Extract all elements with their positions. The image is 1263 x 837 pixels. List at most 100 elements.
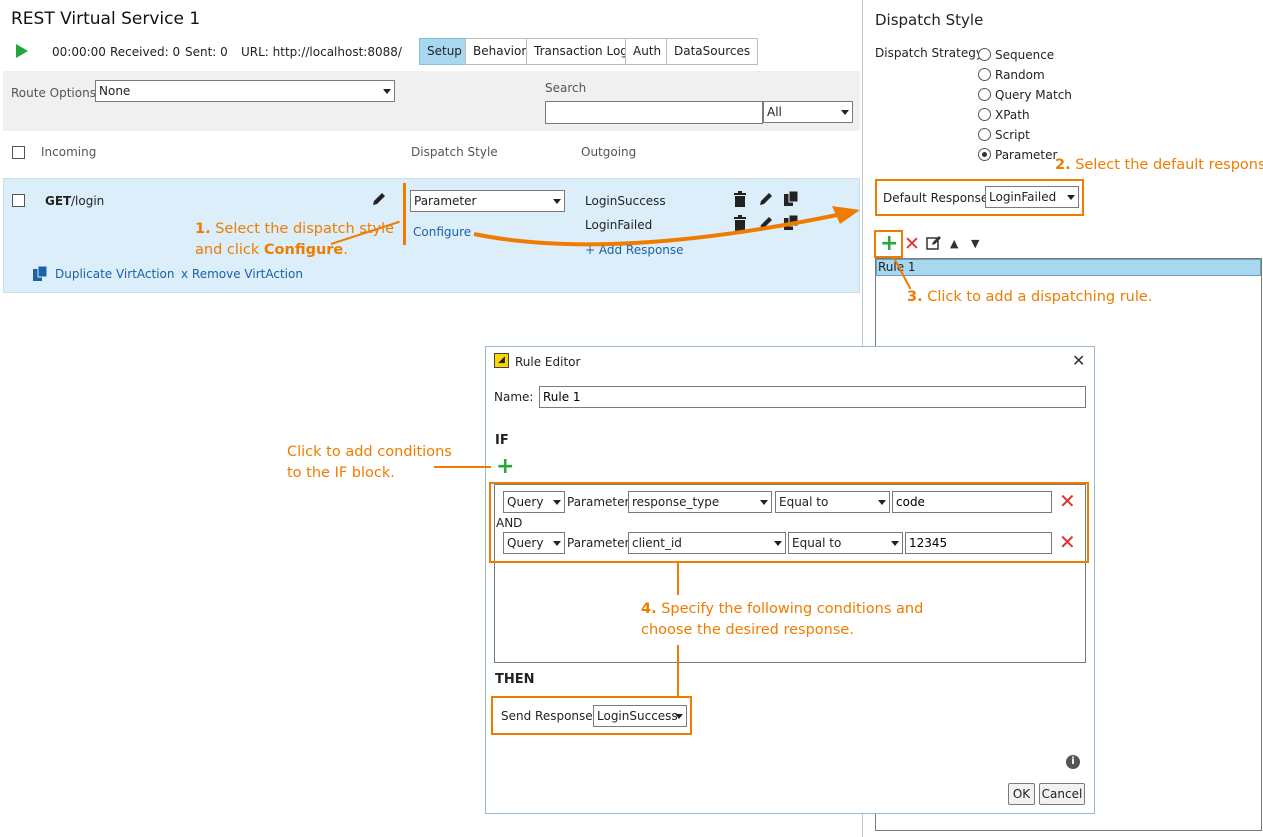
rule-editor-title: Rule Editor [515,355,581,369]
annotation-4-line1: Specify the following conditions and [656,601,924,617]
conditions-annotation-line1: Click to add conditions [287,444,452,460]
condition-2-param-select[interactable]: client_id [628,532,786,554]
condition-2-source-select[interactable]: Query [503,532,565,554]
condition-1-operator-select[interactable]: Equal to [775,491,890,513]
tab-setup[interactable]: Setup [419,38,470,65]
play-icon[interactable] [16,44,28,58]
send-response-label: Send Response: [501,709,597,723]
annotation-2: 2. Select the default response. [1055,155,1263,176]
tab-auth[interactable]: Auth [625,38,670,65]
edit-rule-icon[interactable] [926,236,941,251]
send-response-select[interactable]: LoginSuccess [593,705,687,727]
rule-name-input[interactable] [539,386,1086,408]
route-options-select[interactable]: None [95,80,395,102]
send-response-value: LoginSuccess [597,709,678,723]
row-checkbox[interactable] [12,194,25,207]
delete-rule-x-icon[interactable]: ✕ [904,234,920,254]
condition-1-remove-icon[interactable]: ✕ [1059,491,1076,511]
received-count: Received: 0 [110,45,181,59]
condition-1-param-select[interactable]: response_type [628,491,772,513]
condition-2-value-input[interactable] [905,532,1052,554]
col-dispatch-style: Dispatch Style [411,145,498,159]
dispatch-style-title: Dispatch Style [875,11,984,29]
annotation-3-text: Click to add a dispatching rule. [922,289,1153,305]
annotation-2-text: Select the default response. [1070,157,1263,173]
label-sequence: Sequence [995,48,1055,62]
if-label: IF [495,433,509,448]
annotation-1-line2b: . [343,242,348,258]
close-icon[interactable]: ✕ [1072,351,1085,370]
condition-1-param-label: Parameter: [567,495,634,509]
annotation-3: 3. Click to add a dispatching rule. [907,287,1152,308]
row-path: /login [71,194,105,208]
label-xpath: XPath [995,108,1030,122]
conditions-annotation-line2: to the IF block. [287,465,395,481]
search-scope-value: All [767,105,782,119]
label-random: Random [995,68,1045,82]
condition-2-source: Query [507,536,544,550]
elapsed-time: 00:00:00 [52,45,106,59]
default-response-label: Default Response: [883,191,993,205]
edit-pencil-icon[interactable] [371,191,387,207]
row-method: GET [45,194,72,208]
cancel-button[interactable]: Cancel [1039,783,1085,805]
annotation-3-number: 3. [907,289,923,305]
search-scope-select[interactable]: All [763,101,853,123]
then-label: THEN [495,672,535,687]
radio-sequence[interactable] [978,48,991,61]
condition-2-operator-select[interactable]: Equal to [788,532,903,554]
tab-behavior[interactable]: Behavior [465,38,535,65]
rule-list-item[interactable]: Rule 1 [876,259,1261,276]
condition-1-value-input[interactable] [892,491,1052,513]
annotation-1: 1. Select the dispatch style and click C… [195,219,394,261]
ok-button[interactable]: OK [1008,783,1035,805]
dispatch-strategy-label: Dispatch Strategy: [875,46,987,60]
search-label: Search [545,81,587,95]
info-icon[interactable]: i [1066,755,1080,769]
radio-script[interactable] [978,128,991,141]
annotation-2-number: 2. [1055,157,1071,173]
duplicate-icon [33,265,48,281]
add-condition-plus-icon[interactable]: + [496,456,514,478]
move-up-icon[interactable]: ▲ [950,237,958,250]
sent-count: Sent: 0 [185,45,228,59]
annotation-4-number: 4. [641,601,657,617]
radio-query-match[interactable] [978,88,991,101]
annotation-1-marker [403,183,406,245]
annotation-1-line2a: and click [195,242,264,258]
col-incoming: Incoming [41,145,97,159]
label-script: Script [995,128,1030,142]
label-parameter: Parameter [995,148,1058,162]
radio-xpath[interactable] [978,108,991,121]
configure-arrow [473,206,860,247]
dispatch-style-value: Parameter [414,194,477,208]
radio-parameter[interactable] [978,148,991,161]
add-rule-plus-icon[interactable]: + [880,233,898,255]
search-input[interactable] [545,101,763,124]
annotation-4: 4. Specify the following conditions and … [641,599,923,641]
and-label: AND [496,516,523,530]
condition-2-param-label: Parameter: [567,536,634,550]
radio-random[interactable] [978,68,991,81]
annotation-1-number: 1. [195,221,211,237]
condition-2-operator: Equal to [792,536,842,550]
route-options-value: None [99,84,131,98]
select-all-checkbox[interactable] [12,146,25,159]
configure-link[interactable]: Configure [413,225,471,239]
condition-1-source: Query [507,495,544,509]
route-options-label: Route Options [11,86,96,100]
remove-virtaction-link[interactable]: x Remove VirtAction [181,267,303,281]
default-response-select[interactable]: LoginFailed [985,186,1079,208]
default-response-value: LoginFailed [989,190,1057,204]
condition-2-remove-icon[interactable]: ✕ [1059,532,1076,552]
tab-transaction-log[interactable]: Transaction Log [526,38,636,65]
service-title: REST Virtual Service 1 [11,9,201,29]
move-down-icon[interactable]: ▼ [971,237,979,250]
conditions-annotation: Click to add conditions to the IF block. [287,442,452,484]
conditions-annotation-connector [434,466,491,468]
tab-datasources[interactable]: DataSources [666,38,759,65]
label-query-match: Query Match [995,88,1072,102]
annotation-1-line1: Select the dispatch style [210,221,395,237]
duplicate-virtaction-link[interactable]: Duplicate VirtAction [55,267,174,281]
condition-1-source-select[interactable]: Query [503,491,565,513]
